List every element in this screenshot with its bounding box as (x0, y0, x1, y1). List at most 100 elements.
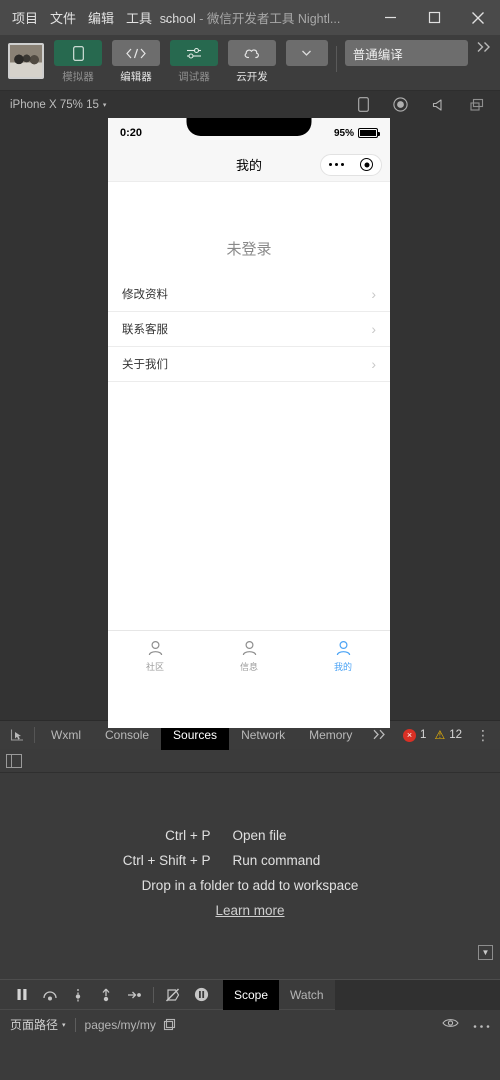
device-bar: iPhone X 75% 15 ▾ (0, 90, 500, 118)
person-icon (239, 638, 259, 658)
step-into-icon[interactable] (64, 982, 92, 1008)
ellipsis-icon[interactable] (473, 1016, 490, 1034)
cloud-icon (228, 40, 276, 66)
list-item-contact-support[interactable]: 联系客服 › (108, 312, 390, 347)
double-chevron-right-icon (477, 42, 490, 52)
maximize-button[interactable] (412, 0, 456, 35)
status-right: 95% (333, 127, 380, 139)
window-title-suffix: - 微信开发者工具 Nightl... (195, 12, 341, 26)
phone-status-bar: 0:20 95% (108, 118, 390, 148)
error-count: 1 (420, 729, 427, 741)
menu-item-file[interactable]: 文件 (50, 8, 76, 27)
error-icon: × (403, 728, 417, 742)
phone-simulator[interactable]: 0:20 95% 我的 未登录 修改资料 › 联系客服 › 关于我们 › 社区 … (108, 118, 390, 728)
sliders-icon (170, 40, 218, 66)
shortcut-key: Ctrl + P (165, 828, 211, 843)
user-avatar[interactable] (8, 43, 44, 79)
toolbar-dropdown-button[interactable] (286, 40, 328, 66)
status-battery-percent: 95% (333, 127, 354, 139)
chevron-right-icon: › (371, 356, 376, 372)
side-panel-icon[interactable] (6, 753, 22, 768)
shortcut-key: Ctrl + Shift + P (122, 853, 211, 868)
sources-empty-state: Ctrl + P Open file Ctrl + Shift + P Run … (0, 773, 500, 943)
status-time: 0:20 (120, 127, 143, 139)
toolbar-simulator-button[interactable]: 模拟器 (54, 40, 102, 84)
phone-notch (186, 118, 312, 136)
chevron-down-icon (302, 50, 312, 56)
pause-icon[interactable] (8, 982, 36, 1008)
toolbar-overflow-button[interactable] (476, 40, 492, 57)
toolbar-debugger-button[interactable]: 调试器 (170, 40, 218, 84)
eye-icon[interactable] (442, 1016, 459, 1034)
copy-icon[interactable] (163, 1018, 176, 1031)
tab-label: 社区 (145, 662, 164, 672)
step-out-icon[interactable] (92, 982, 120, 1008)
sources-panel-filler: ▼ (0, 943, 500, 979)
chevron-down-icon: ▾ (62, 1021, 66, 1029)
device-selector-label: iPhone X 75% 15 (10, 98, 99, 111)
sources-sub-toolbar (0, 749, 500, 773)
toolbar-buttons: 模拟器 编辑器 调试器 云开发 (54, 40, 276, 84)
record-icon[interactable] (393, 97, 408, 112)
tab-wxml[interactable]: Wxml (39, 721, 93, 750)
title-bar: 项目 文件 编辑 工具 … school - 微信开发者工具 Nightl... (0, 0, 500, 35)
menu-item-tools[interactable]: 工具 (126, 8, 152, 27)
tab-community[interactable]: 社区 (108, 638, 202, 673)
menu-item-edit[interactable]: 编辑 (88, 8, 114, 27)
volume-icon[interactable] (432, 98, 446, 112)
window-controls (368, 0, 500, 35)
chevron-down-icon: ▾ (102, 101, 107, 109)
tab-label: 我的 (333, 662, 352, 672)
page-path-label[interactable]: 页面路径 ▾ (10, 1016, 66, 1033)
page-path-value: pages/my/my (84, 1017, 156, 1032)
tab-scope[interactable]: Scope (223, 979, 280, 1010)
inspect-cursor-icon[interactable] (4, 724, 30, 746)
menu-item-project[interactable]: 项目 (12, 8, 38, 27)
code-icon (112, 40, 160, 66)
devtools-more-tabs-button[interactable] (364, 727, 395, 743)
menu-item-more[interactable]: … (164, 10, 178, 25)
list-item-edit-profile[interactable]: 修改资料 › (108, 277, 390, 312)
person-icon (145, 638, 165, 658)
list-item-label: 联系客服 (122, 324, 168, 336)
tab-messages[interactable]: 信息 (202, 638, 296, 673)
more-dots-icon[interactable] (328, 162, 345, 167)
kebab-menu-icon[interactable]: ⋮ (470, 727, 496, 744)
chevron-right-icon: › (371, 286, 376, 302)
tab-mine[interactable]: 我的 (296, 638, 390, 673)
wechat-capsule[interactable] (320, 153, 382, 176)
main-toolbar: 模拟器 编辑器 调试器 云开发 普通编译 (0, 35, 500, 90)
page-path-label-text: 页面路径 (10, 1018, 59, 1032)
toolbar-editor-button[interactable]: 编辑器 (112, 40, 160, 84)
status-line-right (442, 1016, 490, 1034)
minimize-icon (384, 16, 396, 19)
login-status-text: 未登录 (226, 241, 272, 258)
device-bar-icons (358, 97, 490, 112)
windows-icon[interactable] (470, 98, 484, 112)
step-over-icon[interactable] (36, 982, 64, 1008)
toolbar-cloud-button[interactable]: 云开发 (228, 40, 276, 84)
toolbar-debugger-label: 调试器 (178, 71, 210, 83)
shortcut-description: Open file (232, 828, 287, 843)
step-icon[interactable] (120, 982, 148, 1008)
close-button[interactable] (456, 0, 500, 35)
list-item-about-us[interactable]: 关于我们 › (108, 347, 390, 382)
maximize-icon (428, 11, 440, 24)
compile-mode-select[interactable]: 普通编译 (344, 40, 468, 66)
learn-more-link[interactable]: Learn more (215, 903, 284, 918)
shortcut-run-command: Ctrl + Shift + P Run command (98, 853, 403, 868)
collapse-down-icon[interactable]: ▼ (478, 945, 493, 960)
pause-on-exceptions-icon[interactable] (187, 982, 215, 1008)
phone-outline-icon[interactable] (358, 97, 369, 112)
phone-nav-bar: 我的 (108, 148, 390, 182)
workspace-drop-hint: Drop in a folder to add to workspace (141, 878, 359, 893)
deactivate-breakpoints-icon[interactable] (159, 982, 187, 1008)
toolbar-editor-label: 编辑器 (120, 71, 152, 83)
person-icon (333, 638, 353, 658)
minimize-button[interactable] (368, 0, 412, 35)
tab-label: 信息 (239, 662, 258, 672)
capsule-target-icon[interactable] (360, 158, 374, 171)
tab-watch[interactable]: Watch (279, 980, 335, 1010)
device-selector[interactable]: iPhone X 75% 15 ▾ (10, 99, 106, 111)
chevron-right-icon: › (371, 321, 376, 337)
